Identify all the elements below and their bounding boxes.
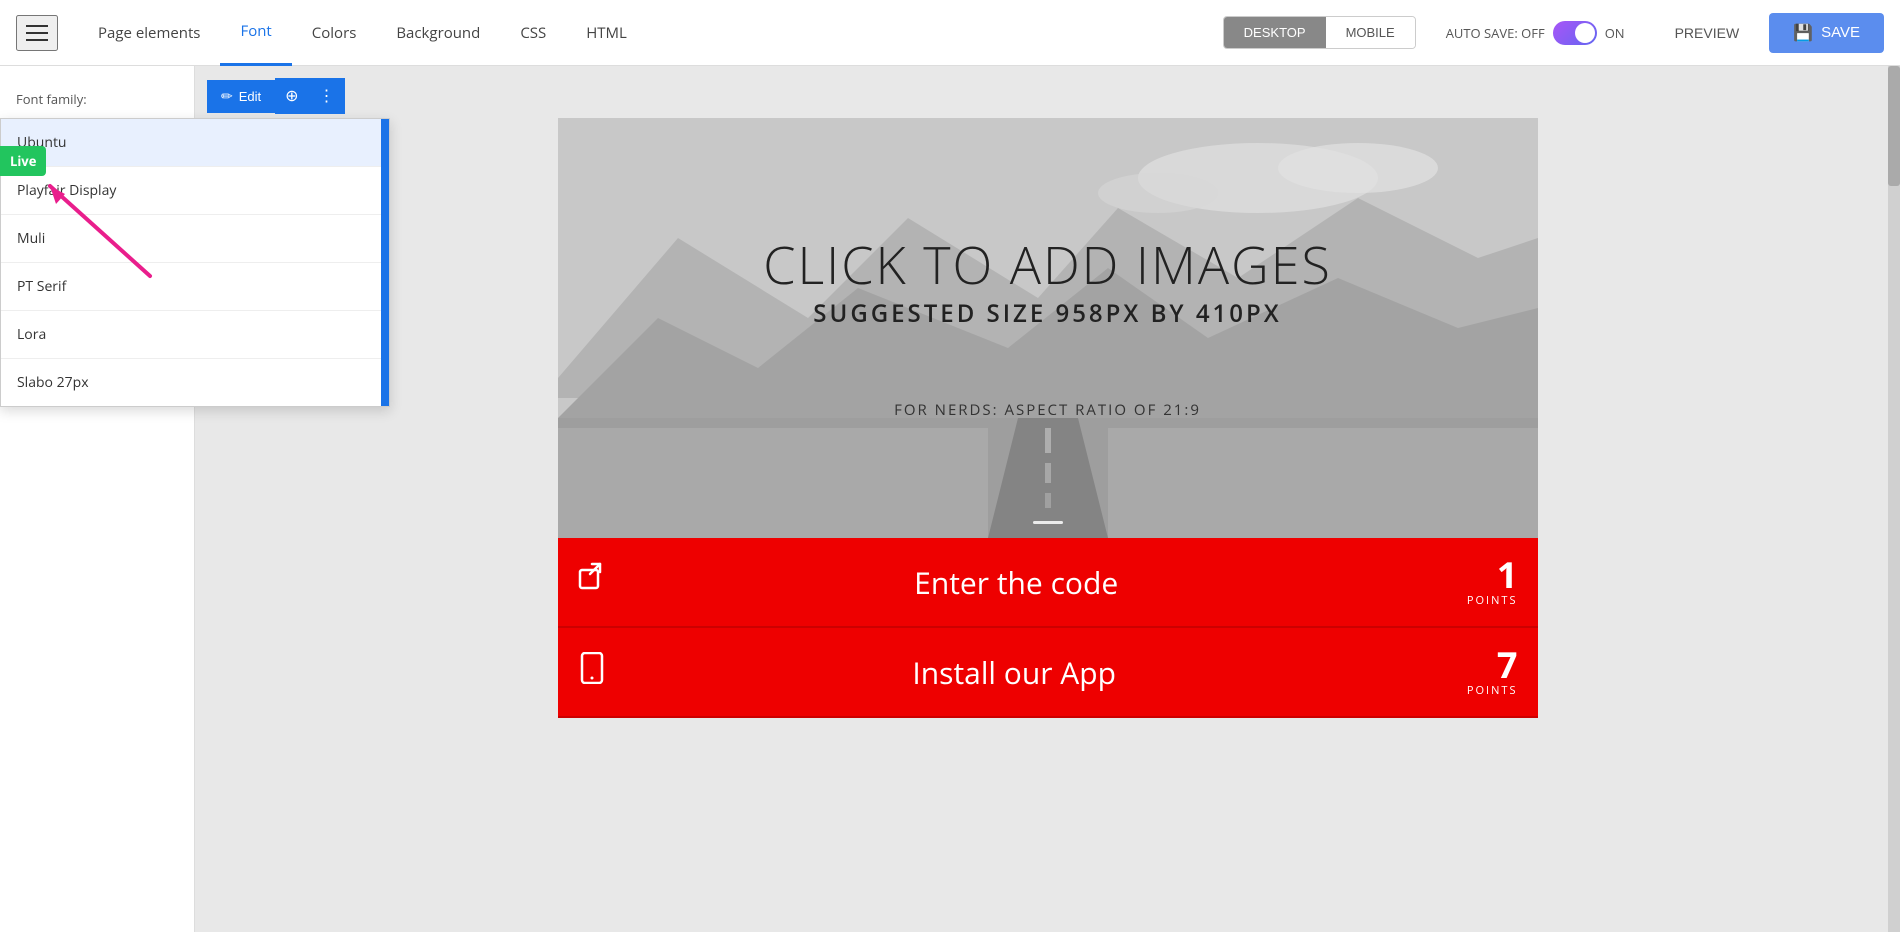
save-icon: 💾 — [1793, 23, 1813, 43]
red-bar-2[interactable]: Install our App 7 POINTS — [558, 628, 1538, 718]
scrollbar-thumb[interactable] — [1888, 66, 1900, 186]
scrollbar[interactable] — [1888, 66, 1900, 932]
red-bar-2-points: 7 POINTS — [1467, 647, 1518, 698]
pencil-icon: ✏ — [221, 88, 233, 105]
image-text-overlay: CLICK TO ADD IMAGES SUGGESTED SIZE 958PX… — [763, 236, 1332, 420]
nav-background[interactable]: Background — [376, 0, 500, 66]
preview-button[interactable]: PREVIEW — [1655, 17, 1760, 49]
mobile-button[interactable]: MOBILE — [1326, 17, 1415, 48]
font-family-label: Font family: — [0, 82, 194, 116]
device-toggle: DESKTOP MOBILE — [1223, 16, 1416, 49]
page-content-wrapper: ✏ Edit ⊕ ⋮ — [195, 66, 1900, 932]
move-button[interactable]: ⊕ — [275, 78, 308, 114]
font-option-slabo[interactable]: Slabo 27px — [1, 359, 389, 406]
red-bar-1-text: Enter the code — [566, 562, 1467, 603]
nav-page-elements[interactable]: Page elements — [78, 0, 220, 66]
red-bar-1-points: 1 POINTS — [1467, 557, 1518, 608]
move-icon: ⊕ — [285, 86, 298, 106]
font-option-lora[interactable]: Lora — [1, 311, 389, 359]
red-bar-1[interactable]: Enter the code 1 POINTS — [558, 538, 1538, 628]
desktop-button[interactable]: DESKTOP — [1224, 17, 1326, 48]
red-bar-2-text: Install our App — [562, 652, 1467, 693]
save-button[interactable]: 💾 SAVE — [1769, 13, 1884, 53]
font-option-ubuntu[interactable]: Ubuntu — [1, 119, 389, 167]
hamburger-menu-button[interactable] — [16, 15, 58, 51]
autosave-switch[interactable] — [1553, 21, 1597, 45]
main-area: Font family: Open Sans ▲ Ubuntu Playfair… — [0, 66, 1900, 932]
nav-html[interactable]: HTML — [566, 0, 647, 66]
image-main-text: CLICK TO ADD IMAGES — [763, 236, 1332, 293]
edit-toolbar: ✏ Edit ⊕ ⋮ — [207, 78, 345, 114]
autosave-toggle: AUTO SAVE: OFF ON — [1446, 21, 1625, 45]
nav-font[interactable]: Font — [220, 0, 291, 66]
content-area[interactable]: ✏ Edit ⊕ ⋮ — [195, 66, 1900, 932]
image-nerd-text: FOR NERDS: ASPECT RATIO OF 21:9 — [763, 400, 1332, 420]
nav-css[interactable]: CSS — [500, 0, 566, 66]
edit-button[interactable]: ✏ Edit — [207, 80, 275, 113]
nav-colors[interactable]: Colors — [292, 0, 377, 66]
top-navigation: Page elements Font Colors Background CSS… — [0, 0, 1900, 66]
ellipsis-icon: ⋮ — [319, 86, 335, 106]
image-placeholder[interactable]: CLICK TO ADD IMAGES SUGGESTED SIZE 958PX… — [558, 118, 1538, 538]
more-options-button[interactable]: ⋮ — [309, 78, 345, 114]
image-sub-text: SUGGESTED SIZE 958PX BY 410PX — [763, 297, 1332, 330]
arrow-indicator — [30, 166, 170, 291]
